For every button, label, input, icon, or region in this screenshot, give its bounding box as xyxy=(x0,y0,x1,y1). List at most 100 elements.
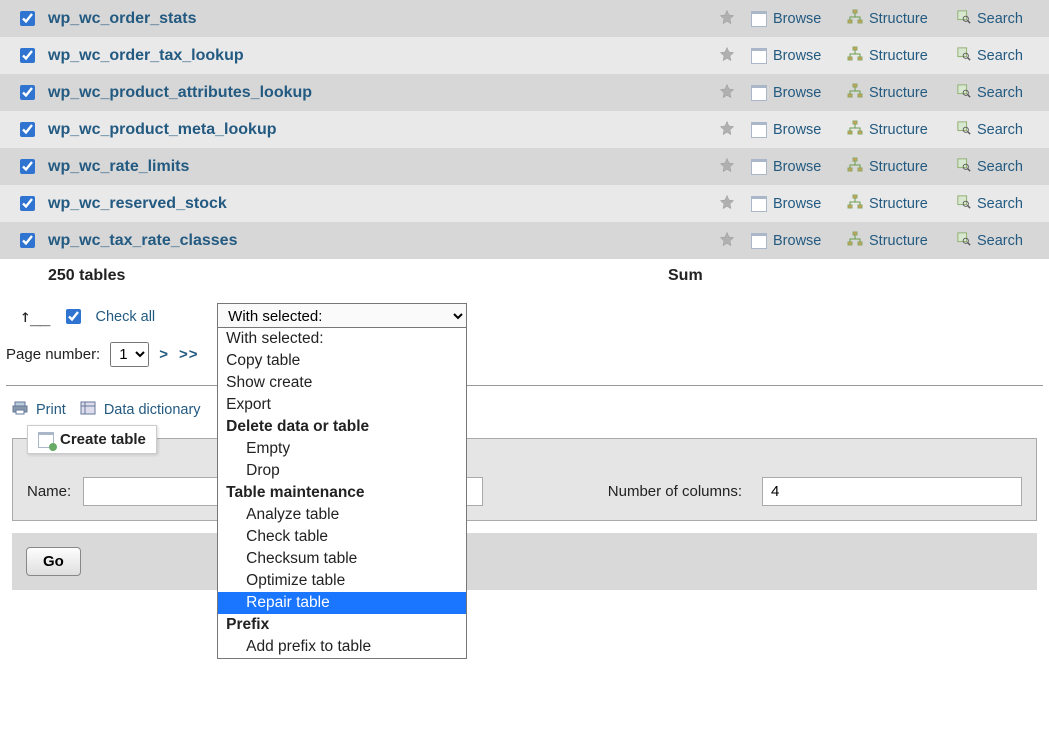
next-page-link[interactable]: > xyxy=(159,346,169,363)
dropdown-option[interactable]: Add prefix to table xyxy=(218,636,466,658)
search-action[interactable]: Search xyxy=(947,84,1037,102)
table-checkbox[interactable] xyxy=(20,11,35,26)
structure-action[interactable]: Structure xyxy=(837,157,947,177)
browse-action[interactable]: Browse xyxy=(741,11,837,27)
structure-icon xyxy=(847,231,863,251)
page-number-select[interactable]: 1 xyxy=(110,342,149,367)
structure-action[interactable]: Structure xyxy=(837,83,947,103)
table-checkbox[interactable] xyxy=(20,85,35,100)
print-link[interactable]: Print xyxy=(36,402,66,418)
go-button[interactable]: Go xyxy=(26,547,81,576)
search-icon xyxy=(957,47,971,65)
search-icon xyxy=(957,121,971,139)
search-action[interactable]: Search xyxy=(947,47,1037,65)
table-row: wp_wc_product_attributes_lookup BrowseStr… xyxy=(0,74,1049,111)
browse-action[interactable]: Browse xyxy=(741,48,837,64)
data-dictionary-link[interactable]: Data dictionary xyxy=(104,402,201,418)
search-icon xyxy=(957,10,971,28)
columns-label: Number of columns: xyxy=(608,483,742,500)
table-name-link[interactable]: wp_wc_product_attributes_lookup xyxy=(48,84,713,102)
structure-icon xyxy=(847,46,863,66)
table-checkbox[interactable] xyxy=(20,233,35,248)
browse-icon xyxy=(751,233,767,249)
search-icon xyxy=(957,84,971,102)
columns-input[interactable] xyxy=(762,477,1022,506)
search-action[interactable]: Search xyxy=(947,121,1037,139)
search-action[interactable]: Search xyxy=(947,158,1037,176)
go-bar: Go xyxy=(12,533,1037,590)
table-row: wp_wc_rate_limits BrowseStructureSearch xyxy=(0,148,1049,185)
structure-action[interactable]: Structure xyxy=(837,231,947,251)
check-all-checkbox[interactable] xyxy=(66,309,81,324)
table-name-link[interactable]: wp_wc_reserved_stock xyxy=(48,195,713,213)
up-arrow-icon: ↑__ xyxy=(20,306,50,327)
browse-icon xyxy=(751,159,767,175)
structure-icon xyxy=(847,194,863,214)
create-table-icon xyxy=(38,432,54,448)
with-selected-dropdown: With selected:Copy tableShow createExpor… xyxy=(217,327,467,659)
favorite-star[interactable] xyxy=(713,194,741,214)
separator xyxy=(6,385,1043,386)
structure-action[interactable]: Structure xyxy=(837,194,947,214)
tables-list: wp_wc_order_statsBrowseStructureSearchwp… xyxy=(0,0,1049,259)
table-checkbox[interactable] xyxy=(20,196,35,211)
favorite-star[interactable] xyxy=(713,231,741,251)
structure-action[interactable]: Structure xyxy=(837,46,947,66)
browse-icon xyxy=(751,85,767,101)
table-checkbox[interactable] xyxy=(20,122,35,137)
table-name-link[interactable]: wp_wc_product_meta_lookup xyxy=(48,121,713,139)
dropdown-option[interactable]: Optimize table xyxy=(218,570,466,592)
dropdown-option[interactable]: Checksum table xyxy=(218,548,466,570)
browse-icon xyxy=(751,122,767,138)
search-icon xyxy=(957,158,971,176)
dropdown-option[interactable]: Analyze table xyxy=(218,504,466,526)
favorite-star[interactable] xyxy=(713,120,741,140)
search-icon xyxy=(957,195,971,213)
favorite-star[interactable] xyxy=(713,46,741,66)
table-name-link[interactable]: wp_wc_tax_rate_classes xyxy=(48,232,713,250)
page-number-label: Page number: xyxy=(6,346,100,363)
browse-action[interactable]: Browse xyxy=(741,85,837,101)
check-all-link[interactable]: Check all xyxy=(96,309,156,325)
browse-action[interactable]: Browse xyxy=(741,159,837,175)
dropdown-option[interactable]: Export xyxy=(218,394,466,416)
browse-icon xyxy=(751,48,767,64)
browse-action[interactable]: Browse xyxy=(741,233,837,249)
with-selected-select[interactable]: With selected: xyxy=(217,303,467,330)
dropdown-option[interactable]: With selected: xyxy=(218,328,466,350)
create-table-fieldset: Create table Name: Number of columns: xyxy=(12,438,1037,521)
search-action[interactable]: Search xyxy=(947,195,1037,213)
utility-row: Print Data dictionary xyxy=(0,390,1049,430)
browse-action[interactable]: Browse xyxy=(741,196,837,212)
structure-icon xyxy=(847,83,863,103)
structure-icon xyxy=(847,120,863,140)
tables-count: 250 tables xyxy=(48,267,668,285)
last-page-link[interactable]: >> xyxy=(179,346,199,363)
browse-action[interactable]: Browse xyxy=(741,122,837,138)
dropdown-option[interactable]: Empty xyxy=(218,438,466,460)
dropdown-option[interactable]: Drop xyxy=(218,460,466,482)
structure-icon xyxy=(847,9,863,29)
favorite-star[interactable] xyxy=(713,9,741,29)
favorite-star[interactable] xyxy=(713,83,741,103)
table-checkbox[interactable] xyxy=(20,48,35,63)
dropdown-option[interactable]: Check table xyxy=(218,526,466,548)
dropdown-option[interactable]: Show create xyxy=(218,372,466,394)
search-action[interactable]: Search xyxy=(947,10,1037,28)
dropdown-option[interactable]: Repair table xyxy=(218,592,466,614)
table-name-link[interactable]: wp_wc_order_stats xyxy=(48,10,713,28)
favorite-star[interactable] xyxy=(713,157,741,177)
table-name-link[interactable]: wp_wc_rate_limits xyxy=(48,158,713,176)
table-checkbox[interactable] xyxy=(20,159,35,174)
structure-action[interactable]: Structure xyxy=(837,9,947,29)
check-all-bar: ↑__ Check all With selected: With select… xyxy=(0,293,1049,330)
table-row: wp_wc_product_meta_lookup BrowseStructure… xyxy=(0,111,1049,148)
table-row: wp_wc_order_stats BrowseStructureSearch xyxy=(0,0,1049,37)
structure-action[interactable]: Structure xyxy=(837,120,947,140)
browse-icon xyxy=(751,196,767,212)
search-action[interactable]: Search xyxy=(947,232,1037,250)
sum-label: Sum xyxy=(668,267,703,285)
table-name-link[interactable]: wp_wc_order_tax_lookup xyxy=(48,47,713,65)
dropdown-option[interactable]: Copy table xyxy=(218,350,466,372)
table-row: wp_wc_reserved_stock BrowseStructureSearc… xyxy=(0,185,1049,222)
